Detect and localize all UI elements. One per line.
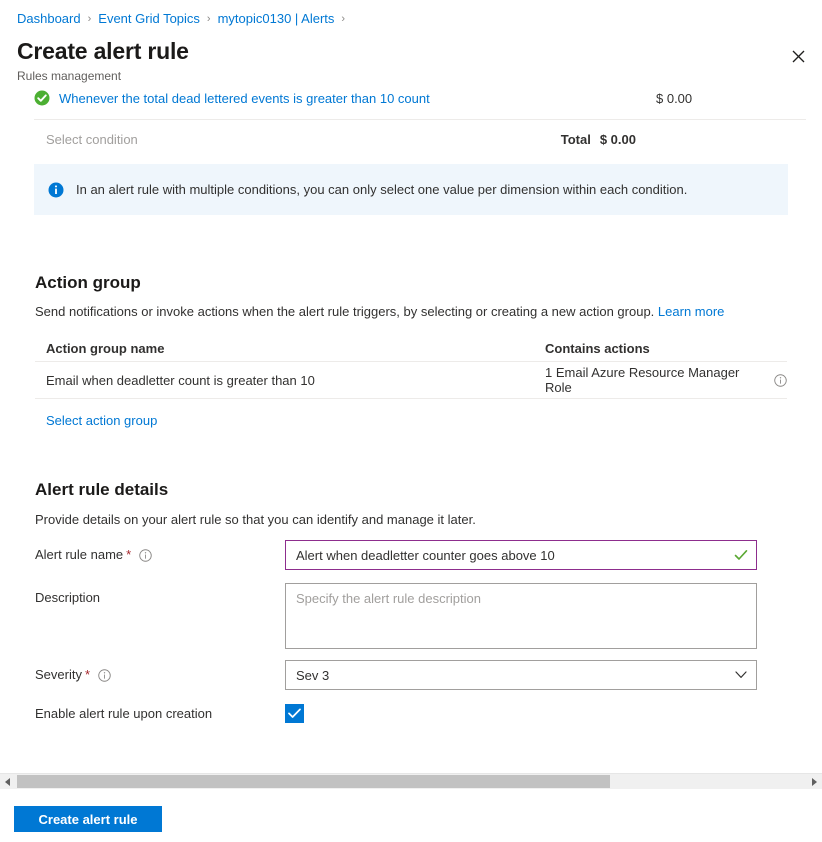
table-row[interactable]: Email when deadletter count is greater t… [35, 362, 787, 399]
page-title: Create alert rule [17, 36, 189, 66]
action-group-description: Send notifications or invoke actions whe… [35, 303, 724, 321]
table-header-row: Action group name Contains actions [35, 336, 787, 362]
severity-control: Sev 3 [285, 660, 787, 690]
alert-rule-name-input-wrap [285, 540, 757, 570]
cell-action-group-name: Email when deadletter count is greater t… [35, 373, 545, 388]
enable-alert-rule-control [285, 699, 787, 723]
condition-row-selected[interactable]: Whenever the total dead lettered events … [34, 84, 806, 112]
info-outline-icon[interactable] [139, 549, 152, 562]
condition-divider [34, 119, 806, 120]
description-textarea[interactable] [285, 583, 757, 649]
alert-rule-details-description: Provide details on your alert rule so th… [35, 511, 476, 529]
breadcrumb-item-event-grid-topics[interactable]: Event Grid Topics [98, 11, 200, 27]
breadcrumb-separator-icon: › [341, 11, 345, 27]
green-check-circle-icon [34, 90, 50, 106]
scrollbar-thumb[interactable] [17, 775, 610, 788]
alert-rule-name-control [285, 540, 787, 570]
enable-alert-rule-label: Enable alert rule upon creation [35, 699, 285, 729]
field-enable-alert-rule: Enable alert rule upon creation [35, 699, 787, 729]
field-alert-rule-name: Alert rule name * [35, 540, 787, 570]
info-banner-text: In an alert rule with multiple condition… [76, 181, 687, 199]
column-header-contains-actions: Contains actions [545, 341, 787, 356]
severity-label-text: Severity [35, 667, 82, 683]
description-control [285, 583, 787, 652]
severity-label: Severity * [35, 660, 285, 690]
severity-selected-value: Sev 3 [296, 668, 329, 683]
select-action-group-link[interactable]: Select action group [46, 413, 157, 428]
create-alert-rule-button[interactable]: Create alert rule [14, 806, 162, 832]
info-circle-icon [48, 182, 64, 198]
alert-rule-name-label-text: Alert rule name [35, 547, 123, 563]
learn-more-link[interactable]: Learn more [658, 304, 724, 319]
close-button[interactable] [782, 40, 814, 72]
field-severity: Severity * Sev 3 [35, 660, 787, 690]
action-group-heading: Action group [35, 272, 141, 294]
description-label: Description [35, 583, 285, 613]
info-banner: In an alert rule with multiple condition… [34, 164, 788, 215]
total-value: $ 0.00 [600, 132, 636, 147]
horizontal-scrollbar[interactable] [0, 773, 822, 789]
page-header: Create alert rule Rules management [17, 36, 189, 84]
condition-row-empty[interactable]: Select condition Total $ 0.00 [46, 128, 806, 150]
triangle-left-icon [5, 778, 11, 786]
field-description: Description [35, 583, 787, 652]
severity-select-wrap: Sev 3 [285, 660, 757, 690]
severity-select[interactable]: Sev 3 [285, 660, 757, 690]
scroll-right-button[interactable] [806, 774, 822, 789]
cell-contains-actions-text: 1 Email Azure Resource Manager Role [545, 365, 768, 395]
enable-alert-rule-checkbox[interactable] [285, 704, 304, 723]
alert-rule-details-heading: Alert rule details [35, 479, 168, 501]
cell-contains-actions: 1 Email Azure Resource Manager Role [545, 365, 787, 395]
breadcrumb-separator-icon: › [88, 11, 92, 27]
breadcrumb-item-dashboard[interactable]: Dashboard [17, 11, 81, 27]
alert-rule-name-input[interactable] [285, 540, 757, 570]
condition-cost: $ 0.00 [656, 91, 806, 106]
breadcrumb: Dashboard › Event Grid Topics › mytopic0… [17, 11, 352, 27]
action-group-description-text: Send notifications or invoke actions whe… [35, 304, 654, 319]
enable-alert-rule-label-text: Enable alert rule upon creation [35, 706, 212, 722]
action-group-table: Action group name Contains actions Email… [35, 336, 787, 399]
condition-label[interactable]: Whenever the total dead lettered events … [59, 91, 656, 106]
page-subtitle: Rules management [17, 68, 189, 84]
condition-total: Total $ 0.00 [561, 132, 636, 147]
required-marker: * [85, 667, 90, 683]
required-marker: * [126, 547, 131, 563]
close-icon [792, 50, 805, 63]
scroll-left-button[interactable] [0, 774, 16, 789]
triangle-right-icon [811, 778, 817, 786]
description-label-text: Description [35, 590, 100, 606]
alert-rule-name-label: Alert rule name * [35, 540, 285, 570]
total-label: Total [561, 132, 591, 147]
select-condition-placeholder[interactable]: Select condition [46, 132, 561, 147]
column-header-action-group-name: Action group name [35, 341, 545, 356]
footer-separator [0, 789, 822, 790]
breadcrumb-item-mytopic-alerts[interactable]: mytopic0130 | Alerts [218, 11, 335, 27]
breadcrumb-separator-icon: › [207, 11, 211, 27]
info-outline-icon[interactable] [774, 374, 787, 387]
info-outline-icon[interactable] [98, 669, 111, 682]
checkmark-icon [288, 708, 301, 719]
